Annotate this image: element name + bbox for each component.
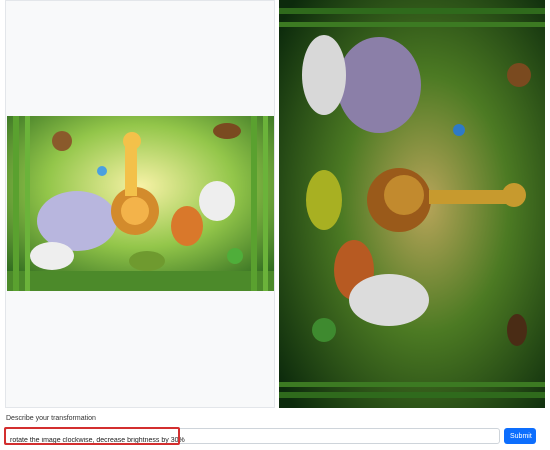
transformed-image-panel	[279, 0, 545, 408]
original-image-panel	[5, 0, 275, 408]
transformed-image	[279, 0, 545, 408]
original-image	[7, 116, 274, 291]
transformation-input-wrapper[interactable]	[5, 428, 500, 448]
submit-button[interactable]: Submit	[504, 428, 536, 444]
transformation-label: Describe your transformation	[6, 415, 96, 422]
transformation-input[interactable]	[6, 433, 499, 448]
